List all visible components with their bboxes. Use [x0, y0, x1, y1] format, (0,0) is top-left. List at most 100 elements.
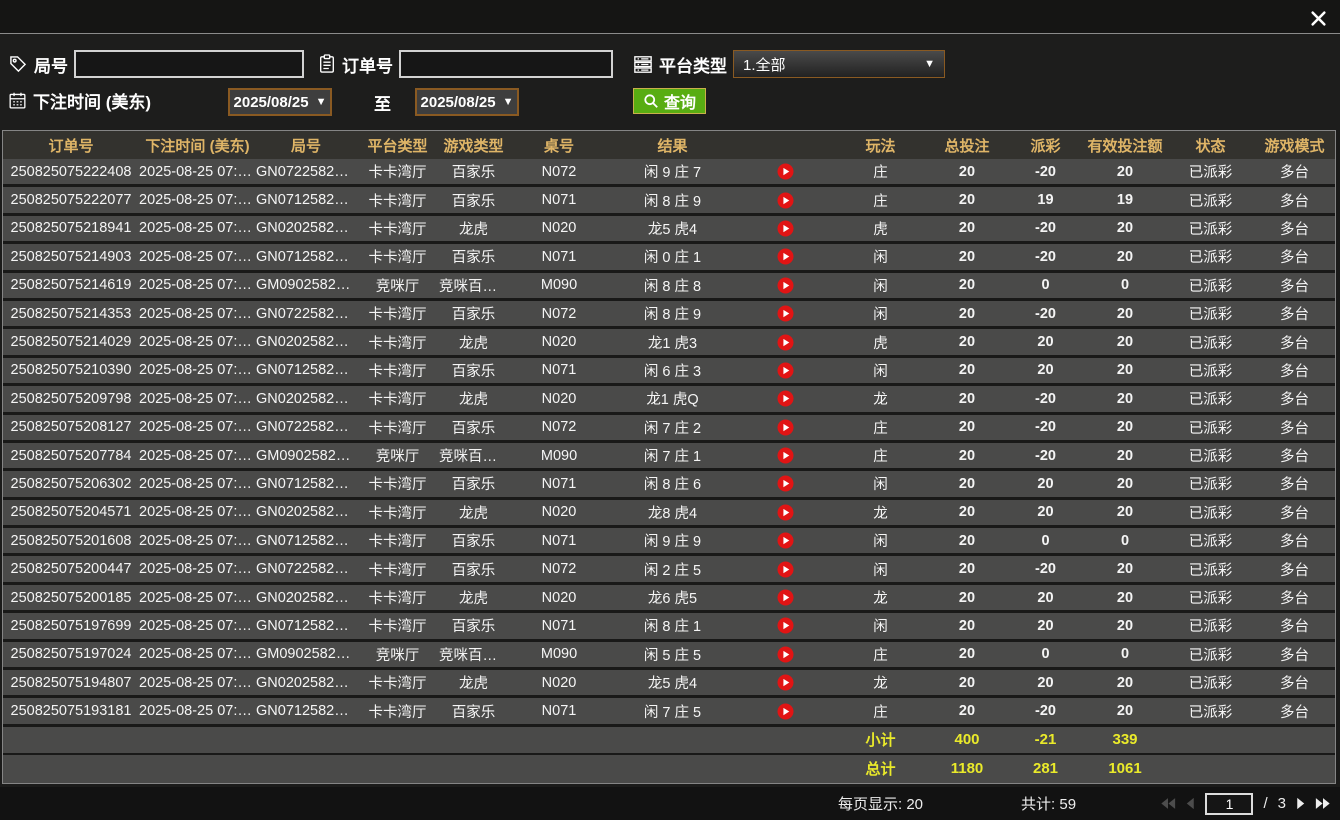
play-video-button[interactable] [735, 475, 835, 492]
play-video-button[interactable] [735, 561, 835, 578]
play-video-button[interactable] [735, 504, 835, 521]
status-cell: 已派彩 [1167, 246, 1254, 267]
play-video-button[interactable] [735, 646, 835, 663]
play-video-button[interactable] [735, 305, 835, 322]
round-id-cell: GN020258250MK [256, 590, 356, 606]
order-id-cell: 250825075193181 [3, 703, 139, 719]
round-id-cell: GM090258250D5 [256, 277, 356, 293]
payout-cell: -20 [1008, 306, 1083, 322]
result-cell: 闲 7 庄 2 [610, 417, 735, 438]
game-mode-cell: 多台 [1254, 246, 1335, 267]
play-video-button[interactable] [735, 703, 835, 720]
play-icon [777, 390, 794, 407]
order-id-cell: 250825075208127 [3, 419, 139, 435]
round-id-cell: GN071258250N4 [256, 533, 356, 549]
next-page-button[interactable] [1296, 797, 1305, 810]
play-video-button[interactable] [735, 589, 835, 606]
header-result: 结果 [610, 135, 735, 156]
date-to-picker[interactable]: 2025/08/25 ▼ [415, 88, 519, 116]
status-cell: 已派彩 [1167, 530, 1254, 551]
total-bet-cell: 20 [926, 448, 1008, 464]
play-icon [777, 334, 794, 351]
play-icon [777, 646, 794, 663]
bet-option-cell: 闲 [835, 473, 926, 494]
game-type-cell: 百家乐 [439, 559, 508, 580]
play-icon [777, 475, 794, 492]
result-cell: 闲 7 庄 1 [610, 445, 735, 466]
platform-type-select[interactable]: 1.全部 ▼ [733, 50, 945, 78]
game-type-cell: 百家乐 [439, 615, 508, 636]
prev-page-button[interactable] [1186, 797, 1195, 810]
table-no-cell: N071 [508, 533, 610, 549]
platform-cell: 竞咪厅 [356, 275, 439, 296]
platform-cell: 卡卡湾厅 [356, 473, 439, 494]
total-bet-cell: 20 [926, 334, 1008, 350]
bet-time-cell: 2025-08-25 07:42:36 [139, 306, 256, 322]
play-icon [777, 362, 794, 379]
play-video-button[interactable] [735, 362, 835, 379]
play-video-button[interactable] [735, 192, 835, 209]
subtotal-row: 小计 400 -21 339 [3, 727, 1335, 755]
valid-bet-cell: 20 [1083, 561, 1167, 577]
bet-option-cell: 闲 [835, 275, 926, 296]
table-no-cell: N020 [508, 675, 610, 691]
search-button[interactable]: 查询 [633, 88, 706, 114]
search-button-label: 查询 [664, 89, 696, 113]
calendar-icon [8, 91, 27, 110]
play-icon [777, 532, 794, 549]
bet-time-cell: 2025-08-25 07:42:33 [139, 334, 256, 350]
bet-option-cell: 龙 [835, 587, 926, 608]
order-id-input[interactable] [399, 50, 613, 78]
table-row: 2508250752140292025-08-25 07:42:33GN0202… [3, 329, 1335, 357]
pager: / 3 [1160, 793, 1331, 815]
order-id-label: 订单号 [342, 52, 393, 77]
valid-bet-cell: 19 [1083, 192, 1167, 208]
play-video-button[interactable] [735, 447, 835, 464]
result-cell: 龙1 虎Q [610, 388, 735, 409]
total-bet-cell: 20 [926, 703, 1008, 719]
platform-cell: 竞咪厅 [356, 445, 439, 466]
first-page-button[interactable] [1160, 797, 1176, 810]
status-cell: 已派彩 [1167, 161, 1254, 182]
bet-time-cell: 2025-08-25 07:41:55 [139, 448, 256, 464]
play-video-button[interactable] [735, 248, 835, 265]
platform-cell: 卡卡湾厅 [356, 417, 439, 438]
payout-cell: -20 [1008, 561, 1083, 577]
game-type-cell: 百家乐 [439, 701, 508, 722]
play-video-button[interactable] [735, 390, 835, 407]
play-video-button[interactable] [735, 220, 835, 237]
order-id-cell: 250825075194807 [3, 675, 139, 691]
play-icon [777, 561, 794, 578]
valid-bet-cell: 20 [1083, 391, 1167, 407]
close-button[interactable] [1307, 7, 1329, 29]
play-video-button[interactable] [735, 163, 835, 180]
platform-cell: 卡卡湾厅 [356, 360, 439, 381]
table-no-cell: N071 [508, 703, 610, 719]
round-id-input[interactable] [74, 50, 304, 78]
date-from-picker[interactable]: 2025/08/25 ▼ [228, 88, 332, 116]
bet-time-cell: 2025-08-25 07:41:08 [139, 590, 256, 606]
payout-cell: -20 [1008, 220, 1083, 236]
total-bet-cell: 20 [926, 504, 1008, 520]
bet-option-cell: 庄 [835, 417, 926, 438]
total-bet-cell: 20 [926, 362, 1008, 378]
play-video-button[interactable] [735, 419, 835, 436]
play-icon [777, 192, 794, 209]
play-video-button[interactable] [735, 674, 835, 691]
page-number-input[interactable] [1205, 793, 1253, 815]
play-video-button[interactable] [735, 617, 835, 634]
game-mode-cell: 多台 [1254, 417, 1335, 438]
play-video-button[interactable] [735, 532, 835, 549]
order-id-cell: 250825075222408 [3, 164, 139, 180]
round-id-cell: GN071258250N8 [256, 192, 356, 208]
bet-time-cell: 2025-08-25 07:40:55 [139, 618, 256, 634]
chevron-down-icon: ▼ [503, 96, 514, 108]
valid-bet-cell: 20 [1083, 448, 1167, 464]
table-no-cell: N072 [508, 419, 610, 435]
play-video-button[interactable] [735, 277, 835, 294]
order-id-cell: 250825075214029 [3, 334, 139, 350]
play-video-button[interactable] [735, 334, 835, 351]
last-page-button[interactable] [1315, 797, 1331, 810]
header-status: 状态 [1167, 135, 1254, 156]
play-icon [777, 163, 794, 180]
